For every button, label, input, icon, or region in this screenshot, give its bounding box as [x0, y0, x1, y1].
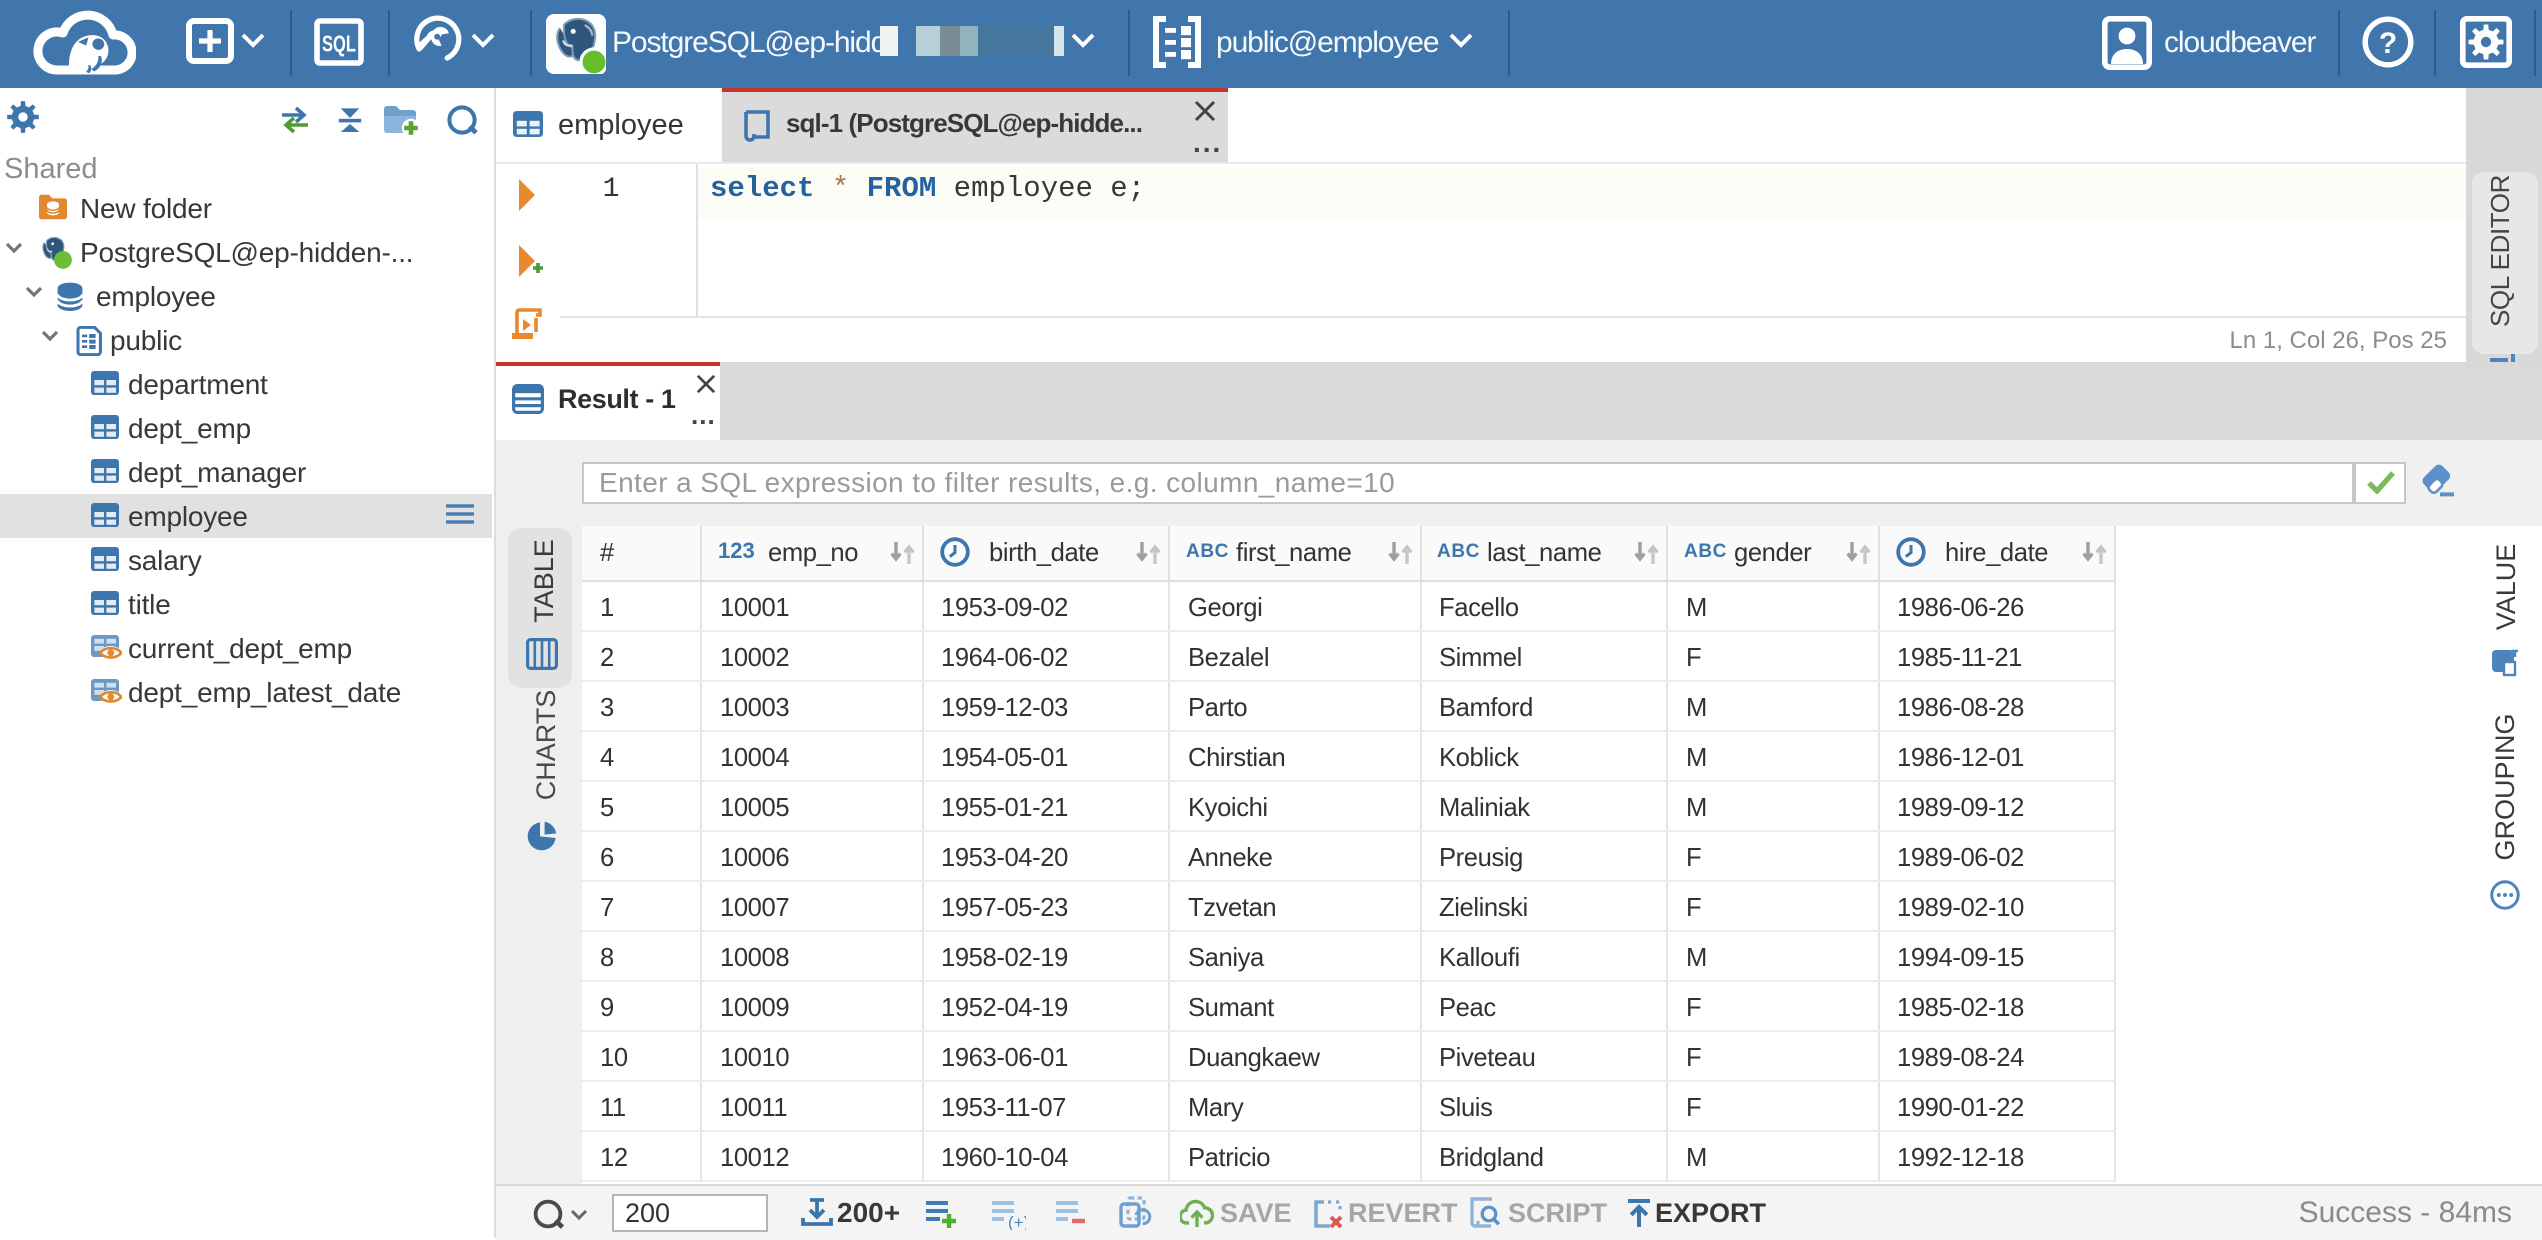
svg-text:(+): (+)	[1007, 1213, 1025, 1230]
svg-text:SQL: SQL	[322, 30, 356, 56]
svg-text:?: ?	[2379, 27, 2397, 60]
